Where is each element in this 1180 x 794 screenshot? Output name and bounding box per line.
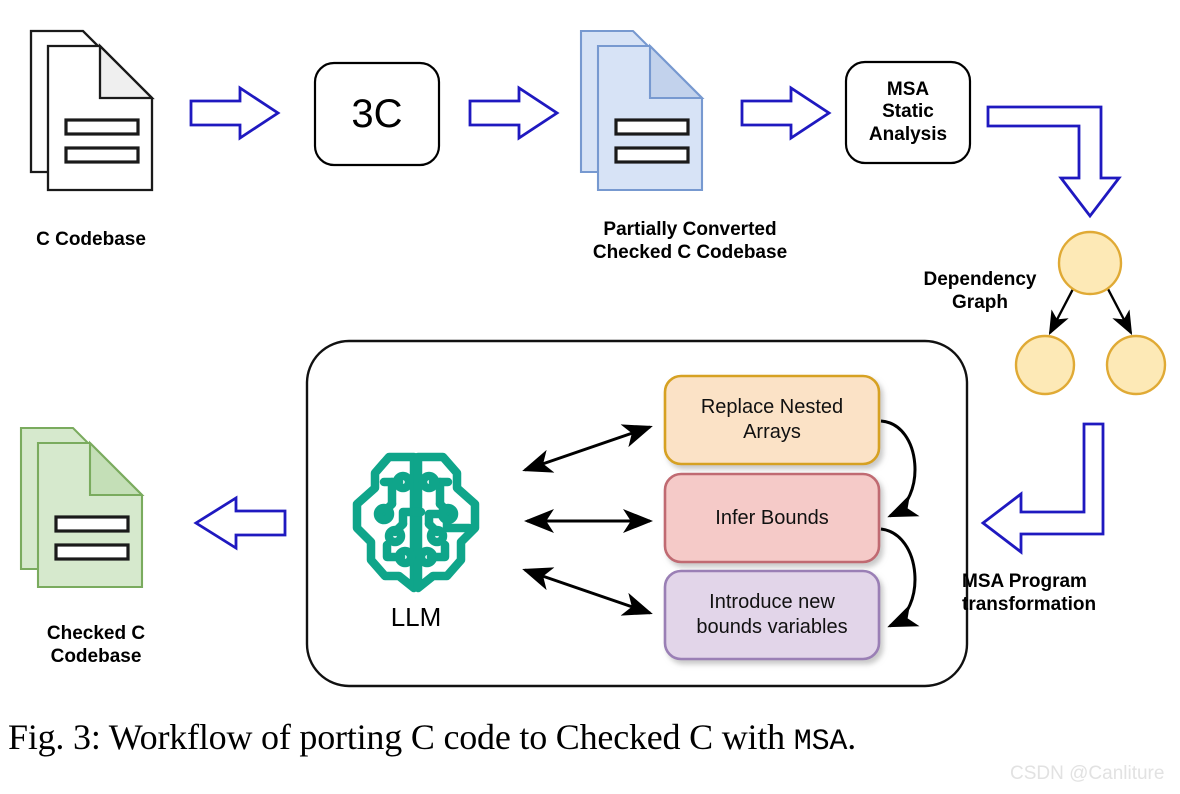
task-label-introduce-bounds-variables: Introduce new bounds variables [696, 591, 848, 638]
arrow-transformation-into-llm [980, 422, 1105, 555]
graph-node-root [1057, 230, 1123, 296]
label-checked-c-codebase: Checked C Codebase [46, 623, 146, 668]
arrow-msa-to-dependency-graph [986, 105, 1122, 219]
label-msa-static-analysis: MSA Static Analysis [868, 78, 948, 145]
caption-mono-msa: MSA [793, 725, 848, 759]
arrow-c-to-3c [189, 85, 281, 141]
caption-suffix: . [847, 717, 856, 757]
documents-green-icon-checked-c [19, 426, 145, 589]
task-label-replace-nested-arrays: Replace Nested Arrays [700, 396, 844, 443]
arrow-llm-to-checked-c [193, 495, 287, 551]
documents-icon-c-codebase [29, 29, 155, 192]
arrow-partial-to-msa [740, 85, 832, 141]
figure-canvas: C Codebase 3C Partially Converted Checke… [0, 0, 1180, 794]
label-msa-program-transformation: MSA Program transformation [962, 571, 1097, 616]
documents-blue-icon-partial [579, 29, 705, 192]
label-partially-converted-codebase: Partially Converted Checked C Codebase [592, 219, 788, 264]
graph-node-left [1014, 334, 1076, 396]
workflow-diagram [19, 29, 1167, 688]
arrow-3c-to-partial [468, 85, 560, 141]
task-label-infer-bounds: Infer Bounds [715, 506, 829, 529]
watermark: CSDN @Canliture [1010, 763, 1165, 784]
label-dependency-graph: Dependency Graph [923, 269, 1037, 314]
caption-prefix: Fig. 3: Workflow of porting C code to Ch… [8, 717, 794, 757]
graph-node-right [1105, 334, 1167, 396]
label-3c: 3C [351, 91, 403, 136]
label-c-codebase: C Codebase [36, 229, 146, 250]
figure-caption: Fig. 3: Workflow of porting C code to Ch… [8, 716, 1172, 759]
label-llm: LLM [390, 602, 442, 632]
